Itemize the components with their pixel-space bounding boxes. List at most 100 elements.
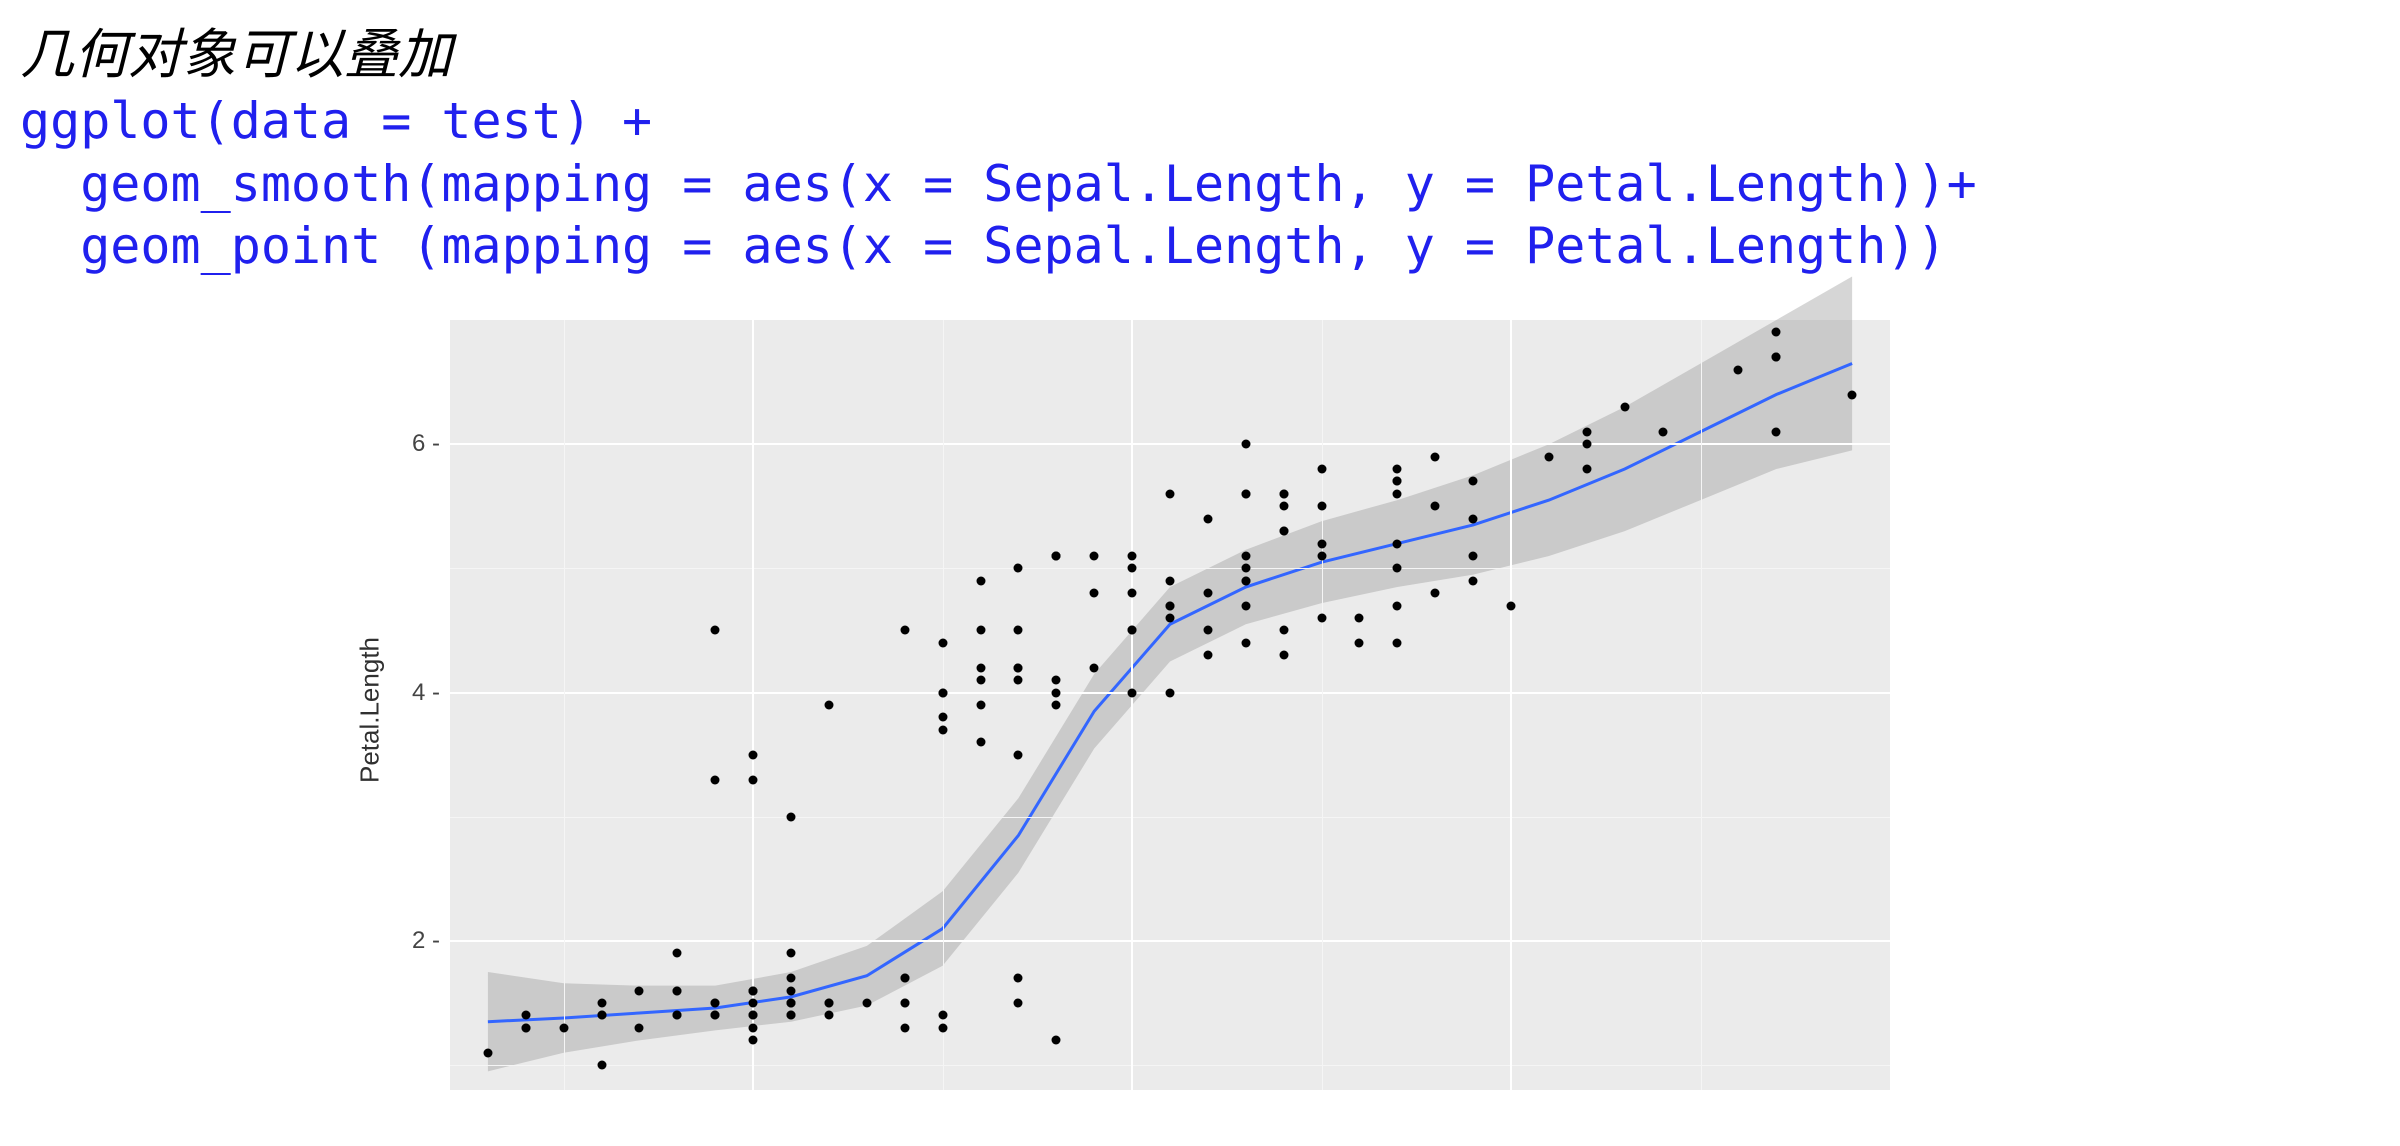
- smooth-layer: [450, 320, 1890, 1090]
- data-point: [938, 638, 947, 647]
- y-axis-label: Petal.Length: [355, 637, 386, 783]
- plot-panel: [450, 320, 1890, 1090]
- data-point: [938, 725, 947, 734]
- data-point: [1128, 688, 1137, 697]
- data-point: [938, 1011, 947, 1020]
- data-point: [1544, 452, 1553, 461]
- y-tick-label: 4 -: [400, 679, 440, 707]
- data-point: [1128, 551, 1137, 560]
- code-block: ggplot(data = test) + geom_smooth(mappin…: [20, 90, 1977, 278]
- data-point: [1393, 539, 1402, 548]
- data-point: [1317, 551, 1326, 560]
- y-tick-label: 6 -: [400, 430, 440, 458]
- data-point: [1014, 676, 1023, 685]
- data-point: [521, 1011, 530, 1020]
- data-point: [1393, 465, 1402, 474]
- data-point: [787, 986, 796, 995]
- smooth-ribbon: [488, 277, 1852, 1072]
- data-point: [938, 713, 947, 722]
- data-point: [749, 750, 758, 759]
- data-point: [1014, 750, 1023, 759]
- data-point: [749, 1023, 758, 1032]
- data-point: [1469, 477, 1478, 486]
- data-point: [787, 812, 796, 821]
- page-heading: 几何对象可以叠加: [20, 10, 452, 89]
- data-point: [749, 986, 758, 995]
- data-point: [1772, 353, 1781, 362]
- grid-major-h: [450, 940, 1890, 942]
- data-point: [673, 986, 682, 995]
- data-point: [1393, 601, 1402, 610]
- data-point: [1582, 427, 1591, 436]
- data-point: [900, 1023, 909, 1032]
- data-point: [1128, 626, 1137, 635]
- data-point: [976, 738, 985, 747]
- data-point: [1279, 527, 1288, 536]
- data-point: [1241, 576, 1250, 585]
- code-line-3: geom_point (mapping = aes(x = Sepal.Leng…: [20, 217, 1947, 275]
- data-point: [1014, 999, 1023, 1008]
- data-point: [483, 1048, 492, 1057]
- data-point: [1128, 564, 1137, 573]
- data-point: [1203, 589, 1212, 598]
- data-point: [749, 775, 758, 784]
- data-point: [1658, 427, 1667, 436]
- grid-minor-h: [450, 817, 1890, 818]
- data-point: [787, 949, 796, 958]
- grid-minor-v: [1322, 320, 1323, 1090]
- grid-minor-v: [564, 320, 565, 1090]
- data-point: [1166, 601, 1175, 610]
- data-point: [1317, 539, 1326, 548]
- data-point: [635, 1023, 644, 1032]
- data-point: [1431, 589, 1440, 598]
- data-point: [787, 974, 796, 983]
- data-point: [938, 1023, 947, 1032]
- data-point: [1317, 614, 1326, 623]
- data-point: [824, 999, 833, 1008]
- data-point: [976, 576, 985, 585]
- data-point: [1772, 427, 1781, 436]
- grid-major-h: [450, 443, 1890, 445]
- data-point: [1128, 589, 1137, 598]
- data-point: [1848, 390, 1857, 399]
- data-point: [1279, 626, 1288, 635]
- data-point: [1052, 701, 1061, 710]
- data-point: [1241, 440, 1250, 449]
- chart-container: Petal.Length 2 - 4 - 6 -: [350, 300, 1910, 1120]
- data-point: [976, 626, 985, 635]
- data-point: [787, 999, 796, 1008]
- data-point: [1469, 576, 1478, 585]
- data-point: [1279, 502, 1288, 511]
- data-point: [635, 986, 644, 995]
- y-tick-label: 2 -: [400, 927, 440, 955]
- data-point: [1393, 489, 1402, 498]
- data-point: [521, 1023, 530, 1032]
- data-point: [1431, 452, 1440, 461]
- grid-major-v: [1510, 320, 1512, 1090]
- data-point: [1052, 688, 1061, 697]
- grid-minor-h: [450, 568, 1890, 569]
- data-point: [1052, 551, 1061, 560]
- data-point: [787, 1011, 796, 1020]
- data-point: [1393, 564, 1402, 573]
- data-point: [711, 999, 720, 1008]
- grid-minor-h: [450, 1065, 1890, 1066]
- data-point: [1279, 651, 1288, 660]
- data-point: [1317, 502, 1326, 511]
- data-point: [1582, 440, 1591, 449]
- data-point: [862, 999, 871, 1008]
- code-line-1: ggplot(data = test) +: [20, 92, 652, 150]
- data-point: [1090, 551, 1099, 560]
- grid-minor-v: [1701, 320, 1702, 1090]
- data-point: [749, 1011, 758, 1020]
- data-point: [1014, 974, 1023, 983]
- data-point: [597, 999, 606, 1008]
- data-point: [976, 676, 985, 685]
- grid-major-v: [752, 320, 754, 1090]
- data-point: [749, 1036, 758, 1045]
- data-point: [900, 974, 909, 983]
- data-point: [597, 1011, 606, 1020]
- data-point: [1166, 489, 1175, 498]
- data-point: [597, 1061, 606, 1070]
- data-point: [673, 1011, 682, 1020]
